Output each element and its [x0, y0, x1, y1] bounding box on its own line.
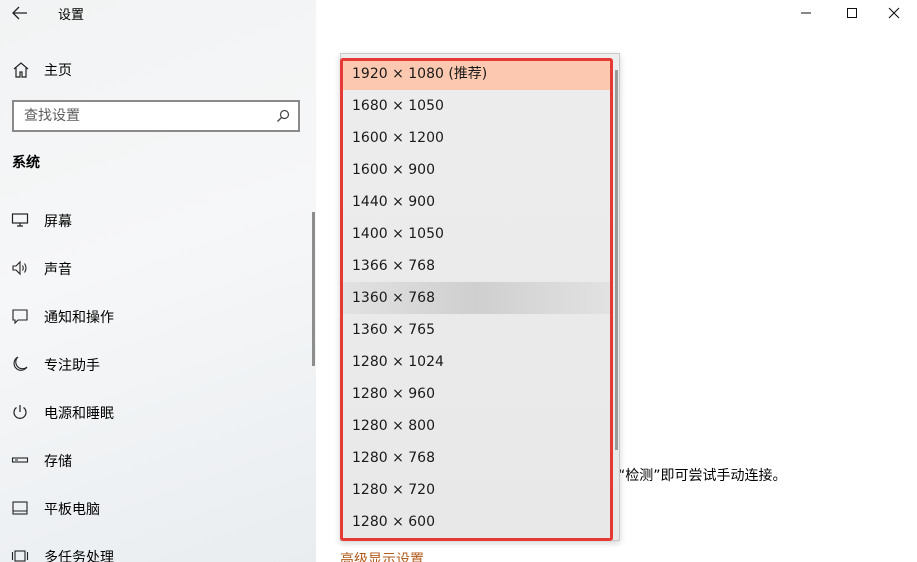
notification-icon: [12, 309, 28, 325]
resolution-option[interactable]: 1680 × 1050: [341, 90, 611, 122]
resolution-option[interactable]: 1400 × 1050: [341, 218, 611, 250]
back-button[interactable]: [6, 0, 34, 26]
maximize-icon: [847, 8, 857, 18]
sidebar-item-sound[interactable]: 声音: [0, 250, 312, 286]
resolution-option[interactable]: 1360 × 768: [341, 282, 611, 314]
sidebar-item-label: 声音: [44, 262, 72, 278]
monitor-icon: [11, 213, 29, 227]
sidebar-item-label: 专注助手: [44, 358, 100, 374]
sidebar-item-label: 平板电脑: [44, 502, 100, 518]
resolution-option[interactable]: 1440 × 900: [341, 186, 611, 218]
advanced-display-settings-link[interactable]: 高级显示设置: [340, 549, 424, 562]
multitask-icon: [11, 550, 29, 562]
resolution-option[interactable]: 1600 × 900: [341, 154, 611, 186]
speaker-icon: [12, 260, 27, 276]
resolution-option[interactable]: 1366 × 768: [341, 250, 611, 282]
minimize-button[interactable]: [783, 0, 829, 26]
window-title: 设置: [58, 8, 85, 23]
resolution-option[interactable]: 1280 × 600: [341, 506, 611, 538]
resolution-option[interactable]: 1600 × 1200: [341, 122, 611, 154]
resolution-dropdown[interactable]: 1920 × 1080 (推荐) 1680 × 1050 1600 × 1200…: [340, 53, 620, 541]
sidebar-item-focus-assist[interactable]: 专注助手: [0, 346, 312, 382]
resolution-option[interactable]: 1280 × 1024: [341, 346, 611, 378]
resolution-option[interactable]: 1280 × 768: [341, 442, 611, 474]
search-box[interactable]: [12, 100, 300, 132]
resolution-option[interactable]: 1920 × 1080 (推荐): [341, 58, 611, 90]
sidebar-item-label: 存储: [44, 454, 72, 470]
sidebar-item-label: 屏幕: [44, 214, 72, 230]
sidebar-item-home[interactable]: 主页: [0, 56, 316, 84]
maximize-button[interactable]: [829, 0, 875, 26]
sidebar-item-display[interactable]: 屏幕: [0, 202, 312, 238]
dropdown-scrollbar[interactable]: [615, 70, 618, 450]
home-label: 主页: [44, 63, 72, 79]
sidebar-item-storage[interactable]: 存储: [0, 442, 312, 478]
sidebar: 设置 主页 系统 屏幕 声音 通知和操作: [0, 0, 316, 562]
close-button[interactable]: [871, 0, 917, 26]
moon-icon: [13, 356, 28, 371]
search-icon[interactable]: [272, 105, 294, 127]
close-icon: [888, 7, 900, 19]
storage-icon: [11, 457, 29, 463]
sidebar-item-label: 多任务处理: [44, 550, 114, 562]
sidebar-item-notifications[interactable]: 通知和操作: [0, 298, 312, 334]
sidebar-item-multitasking[interactable]: 多任务处理: [0, 538, 312, 562]
home-icon: [13, 62, 29, 78]
resolution-option[interactable]: 1280 × 800: [341, 410, 611, 442]
sidebar-item-label: 电源和睡眠: [44, 406, 114, 422]
resolution-option[interactable]: 1360 × 765: [341, 314, 611, 346]
sidebar-item-tablet[interactable]: 平板电脑: [0, 490, 312, 526]
sidebar-item-power[interactable]: 电源和睡眠: [0, 394, 312, 430]
resolution-option[interactable]: 1280 × 960: [341, 378, 611, 410]
search-input[interactable]: [14, 102, 272, 130]
power-icon: [13, 405, 27, 419]
arrow-left-icon: [12, 6, 27, 20]
tablet-icon: [12, 501, 28, 515]
detect-hint-text: “检测”即可尝试手动连接。: [618, 468, 787, 484]
sidebar-scrollbar[interactable]: [312, 212, 315, 366]
section-title: 系统: [12, 155, 40, 171]
resolution-option[interactable]: 1280 × 720: [341, 474, 611, 506]
sidebar-item-label: 通知和操作: [44, 310, 114, 326]
minimize-icon: [801, 12, 811, 14]
